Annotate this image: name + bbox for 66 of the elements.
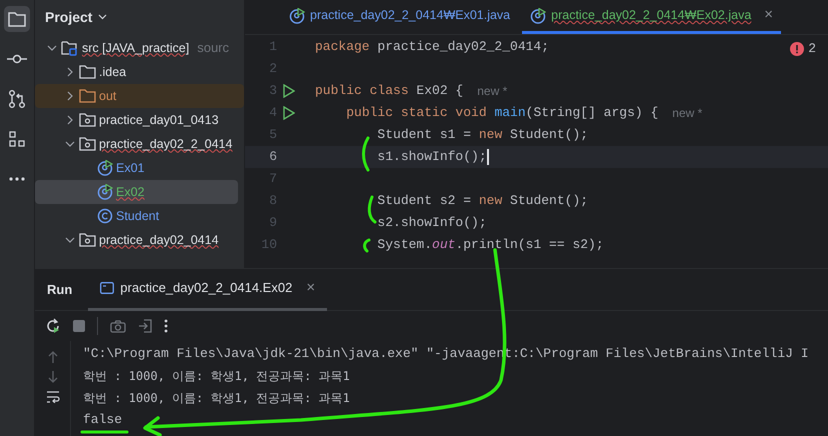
tree-item[interactable]: Ex02	[35, 180, 238, 204]
run-icon[interactable]	[283, 84, 295, 98]
chevron-right-icon[interactable]	[67, 67, 73, 77]
error-count: 2	[808, 40, 816, 58]
run-icon[interactable]	[283, 106, 295, 120]
runnable-class-icon	[289, 8, 305, 24]
console-line: 학번 : 1000, 이름: 학생1, 전공과목: 과목1	[83, 368, 351, 385]
tree-item[interactable]: out	[35, 84, 244, 108]
folder-icon	[79, 89, 96, 103]
folder-icon	[79, 65, 96, 79]
arrow-down-icon[interactable]	[48, 371, 58, 383]
soft-wrap-icon[interactable]	[46, 391, 60, 403]
code-line: s1.showInfo();	[377, 148, 487, 166]
runnable-class-icon	[530, 8, 546, 24]
code-line: System.out.println(s1 == s2);	[377, 236, 604, 254]
code-line: public static void main(String[] args) {	[346, 104, 658, 122]
tree-item[interactable]: Ex01	[35, 156, 238, 180]
package-icon	[79, 113, 96, 127]
chevron-down-icon[interactable]	[47, 45, 57, 51]
run-tab[interactable]: practice_day02_2_0414.Ex02 ×	[88, 268, 328, 310]
tree-item[interactable]: src [JAVA_practice] sourc	[35, 36, 238, 60]
source-folder-icon	[61, 40, 79, 56]
tree-item[interactable]: practice_day01_0413	[35, 108, 238, 132]
tree-item[interactable]: Student	[35, 204, 238, 228]
underline-stroke	[80, 430, 128, 434]
tree-item[interactable]: .idea	[35, 60, 238, 84]
close-button[interactable]: ×	[306, 276, 316, 300]
editor-tab[interactable]: practice_day02_2_0414₩Ex02.java ×	[522, 0, 782, 34]
error-icon[interactable]	[790, 42, 804, 56]
console-icon	[100, 282, 114, 294]
code-line: s2.showInfo();	[377, 214, 487, 232]
inlay-hint: new *	[672, 105, 702, 122]
arrow-up-icon[interactable]	[48, 351, 58, 363]
code-line: public class Ex02 {	[315, 82, 464, 100]
panel-title: Run	[47, 280, 72, 299]
inlay-hint: new *	[477, 83, 508, 100]
login-icon[interactable]	[138, 319, 152, 333]
close-button[interactable]: ×	[764, 4, 774, 27]
chevron-down-icon[interactable]	[65, 237, 75, 243]
annotation-stroke	[368, 196, 376, 224]
chevron-right-icon[interactable]	[67, 115, 73, 125]
code-line: Student s2 = new Student();	[377, 192, 588, 210]
tree-item[interactable]: practice_day02_2_0414	[35, 132, 238, 156]
annotation-stroke	[363, 238, 370, 252]
camera-icon[interactable]	[110, 320, 126, 332]
console-line: false	[83, 411, 124, 429]
folder-icon[interactable]	[4, 6, 30, 32]
console-line: 학번 : 1000, 이름: 학생1, 전공과목: 과목1	[83, 390, 351, 407]
rerun-icon[interactable]	[45, 318, 61, 334]
text-cursor	[486, 149, 489, 165]
chevron-down-icon[interactable]	[98, 14, 108, 20]
package-icon	[79, 137, 96, 151]
tree-item[interactable]: practice_day02_0414	[35, 228, 238, 252]
annotation-stroke	[362, 136, 370, 172]
class-icon	[97, 208, 113, 224]
line-number: 6	[268, 148, 277, 166]
more-icon[interactable]	[164, 319, 168, 333]
editor-tab[interactable]: practice_day02_2_0414₩Ex01.java	[281, 0, 518, 34]
panel-title: Project	[45, 8, 92, 27]
runnable-class-icon	[97, 160, 113, 176]
chevron-down-icon[interactable]	[65, 141, 75, 147]
runnable-class-icon	[97, 184, 113, 200]
code-line: package practice_day02_2_0414;	[315, 38, 550, 56]
chevron-right-icon[interactable]	[67, 91, 73, 101]
package-icon	[79, 233, 96, 247]
code-line: Student s1 = new Student();	[377, 126, 588, 144]
